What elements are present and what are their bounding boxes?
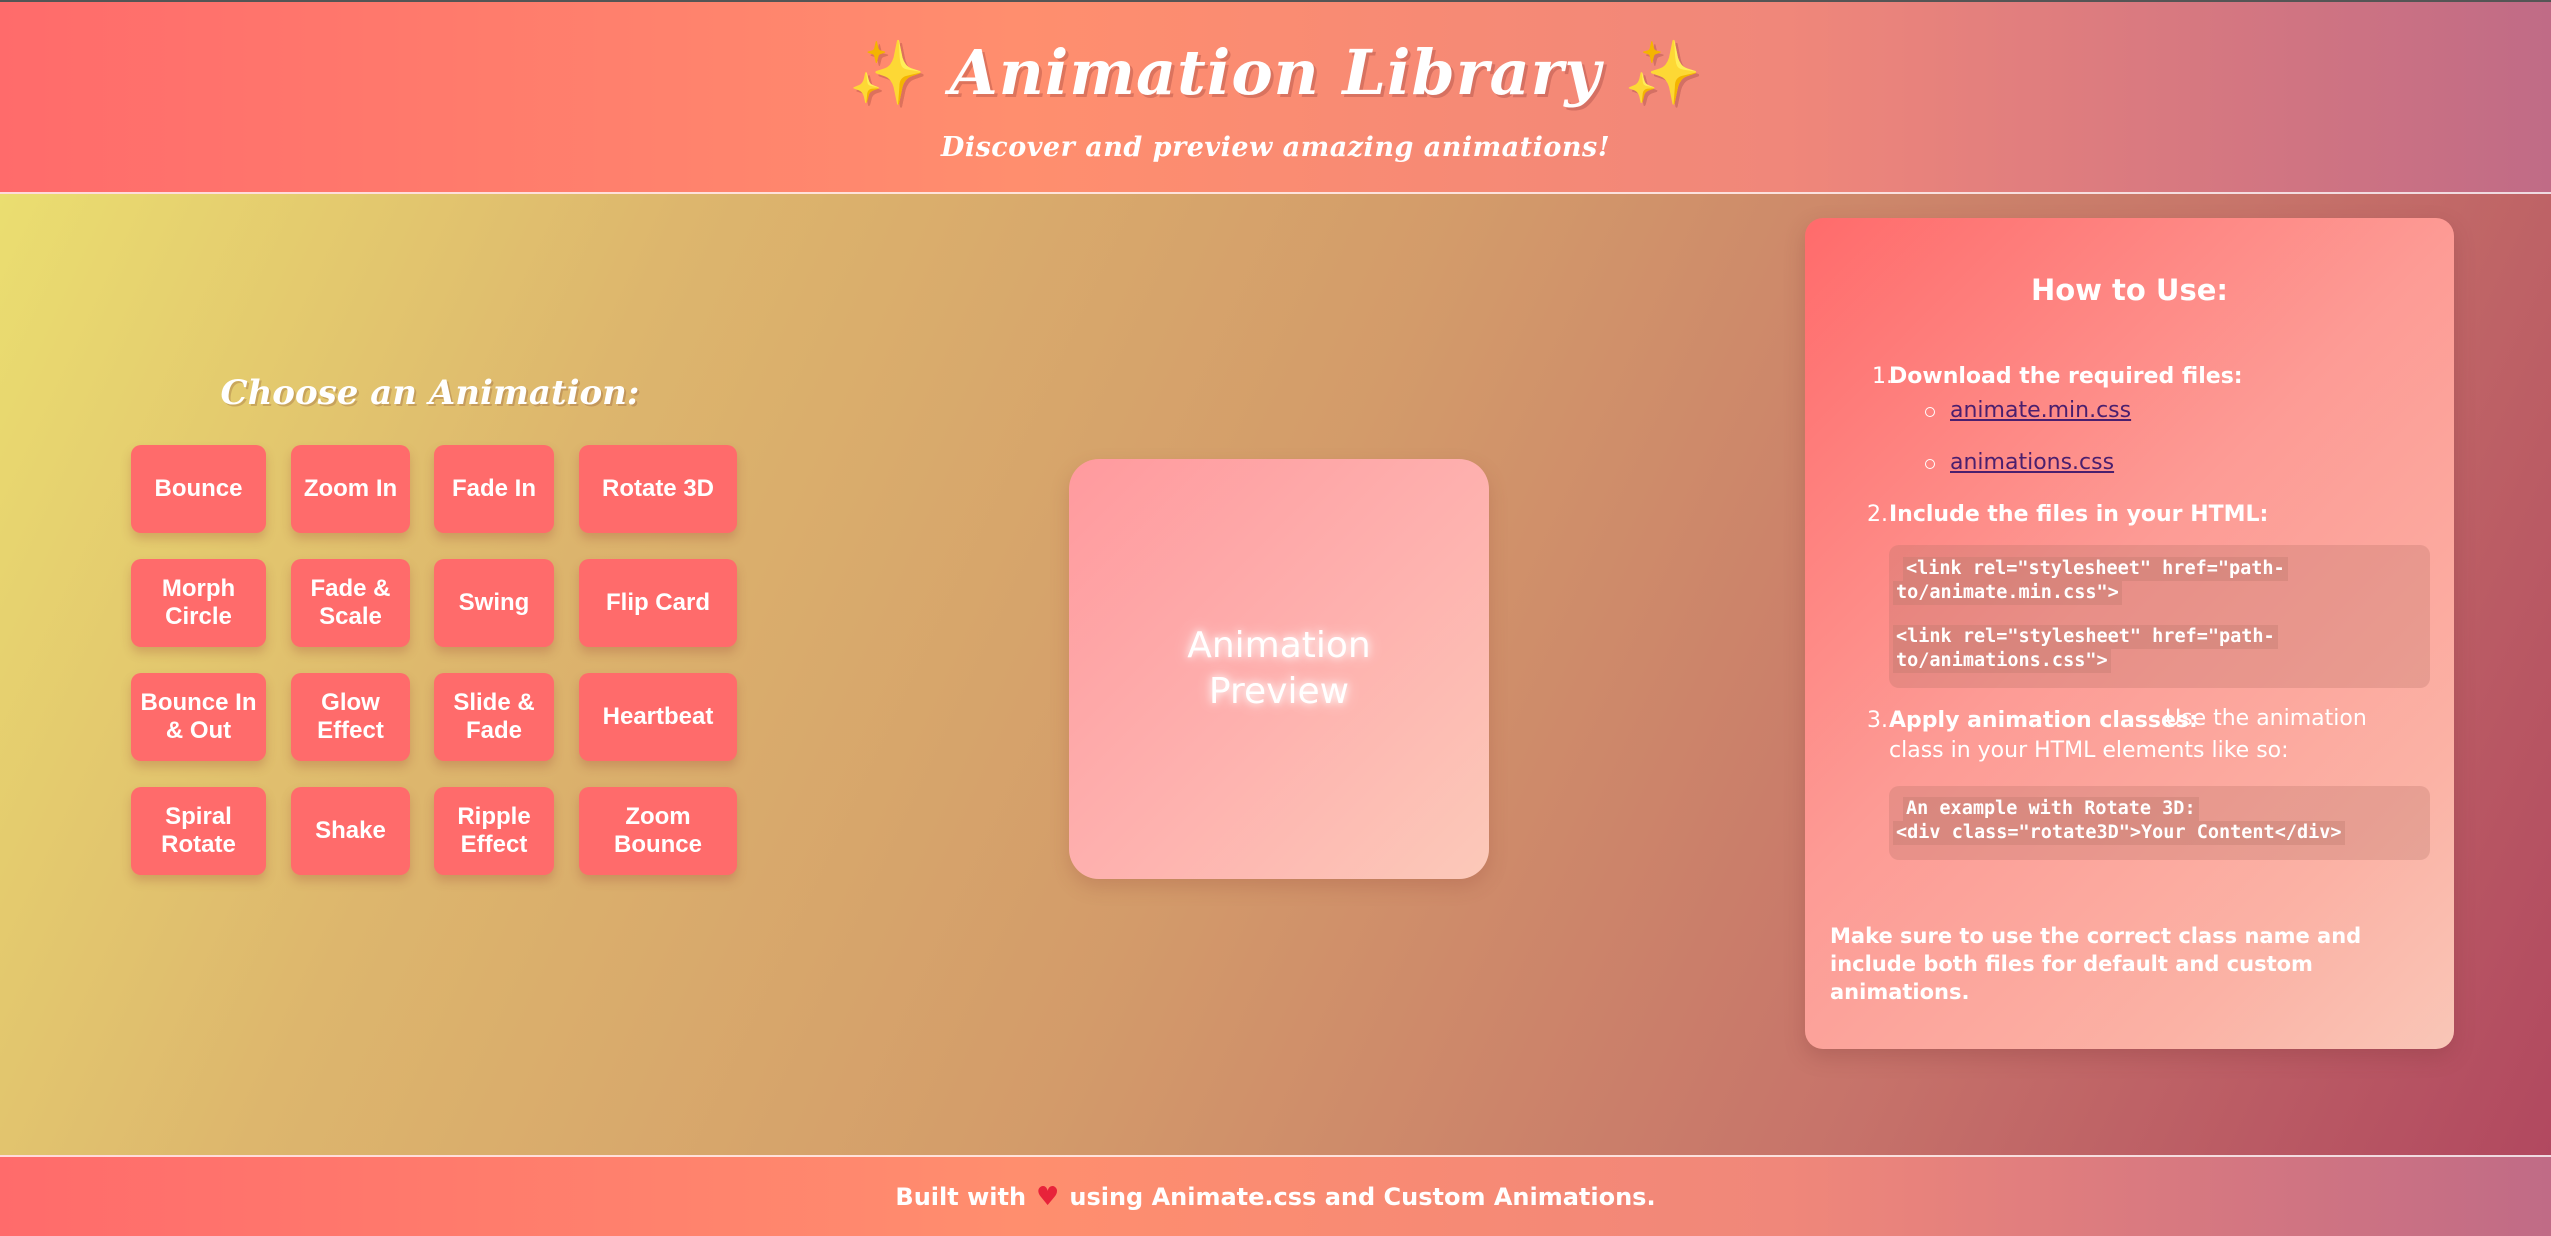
- step-3-text: Use the animation: [2165, 706, 2367, 731]
- page-header: ✨ Animation Library ✨ Discover and previ…: [0, 0, 2551, 194]
- rotate-3d-button[interactable]: Rotate 3D: [579, 445, 737, 533]
- slide-fade-button[interactable]: Slide & Fade: [434, 673, 554, 761]
- flip-card-button[interactable]: Flip Card: [579, 559, 737, 647]
- animations-css-link[interactable]: animations.css: [1950, 450, 2114, 475]
- morph-circle-button[interactable]: Morph Circle: [131, 559, 266, 647]
- step-2-number: 2.: [1867, 502, 1888, 527]
- sparkle-icon: ✨: [848, 36, 928, 109]
- page-title-text: Animation Library: [949, 36, 1602, 109]
- page-subtitle: Discover and preview amazing animations!: [940, 132, 1611, 163]
- zoom-in-button[interactable]: Zoom In: [291, 445, 410, 533]
- animation-preview-box: Animation Preview: [1069, 459, 1489, 879]
- step-3-number: 3.: [1867, 708, 1888, 733]
- code-line: <link rel="stylesheet" href="path-: [1903, 557, 2288, 581]
- step-3-text-continued: class in your HTML elements like so:: [1889, 738, 2289, 763]
- code-line: An example with Rotate 3D:: [1903, 797, 2199, 821]
- bullet-icon: [1925, 407, 1935, 417]
- bullet-icon: [1925, 459, 1935, 469]
- page-title: ✨ Animation Library ✨: [0, 36, 2551, 110]
- page-footer: Built with ♥ using Animate.css and Custo…: [0, 1155, 2551, 1236]
- animate-min-css-link[interactable]: animate.min.css: [1950, 398, 2131, 423]
- zoom-bounce-button[interactable]: Zoom Bounce: [579, 787, 737, 875]
- step-1-label: Download the required files:: [1889, 364, 2243, 389]
- code-line: <div class="rotate3D">Your Content</div>: [1893, 821, 2345, 845]
- how-to-use-title: How to Use:: [2030, 273, 2229, 307]
- step-2-label: Include the files in your HTML:: [1889, 502, 2269, 527]
- include-code-block: <link rel="stylesheet" href="path- to/an…: [1889, 545, 2430, 688]
- code-line: to/animations.css">: [1893, 649, 2111, 673]
- code-line: <link rel="stylesheet" href="path-: [1893, 625, 2278, 649]
- ripple-effect-button[interactable]: Ripple Effect: [434, 787, 554, 875]
- step-3-label: Apply animation classes:: [1889, 708, 2198, 733]
- footer-prefix: Built with: [895, 1182, 1027, 1211]
- animation-preview-text: Animation Preview: [1187, 625, 1371, 712]
- sparkle-icon: ✨: [1623, 36, 1703, 109]
- usage-code-block: An example with Rotate 3D: <div class="r…: [1889, 786, 2430, 860]
- swing-button[interactable]: Swing: [434, 559, 554, 647]
- shake-button[interactable]: Shake: [291, 787, 410, 875]
- how-to-use-card: How to Use: 1. Download the required fil…: [1805, 218, 2454, 1049]
- footer-suffix: using Animate.css and Custom Animations.: [1069, 1182, 1656, 1211]
- spiral-rotate-button[interactable]: Spiral Rotate: [131, 787, 266, 875]
- fade-scale-button[interactable]: Fade & Scale: [291, 559, 410, 647]
- fade-in-button[interactable]: Fade In: [434, 445, 554, 533]
- bounce-in-out-button[interactable]: Bounce In & Out: [131, 673, 266, 761]
- glow-effect-button[interactable]: Glow Effect: [291, 673, 410, 761]
- bounce-button[interactable]: Bounce: [131, 445, 266, 533]
- heart-icon: ♥: [1036, 1181, 1060, 1212]
- code-line: to/animate.min.css">: [1893, 581, 2122, 605]
- usage-note: Make sure to use the correct class name …: [1830, 924, 2362, 1004]
- choose-animation-heading: Choose an Animation:: [220, 373, 640, 413]
- heartbeat-button[interactable]: Heartbeat: [579, 673, 737, 761]
